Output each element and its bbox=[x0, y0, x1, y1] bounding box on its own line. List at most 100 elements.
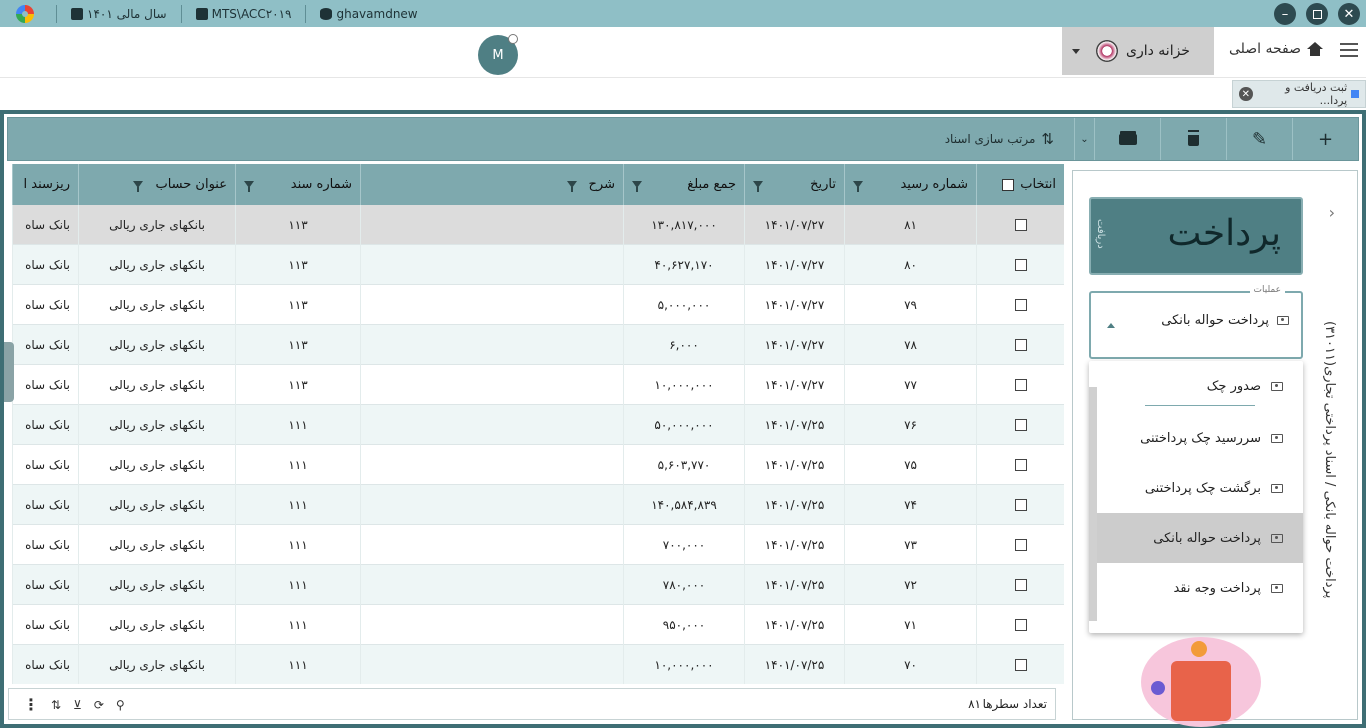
column-sort-icon[interactable]: ⇅ bbox=[51, 698, 61, 712]
refresh-icon[interactable]: ⟳ bbox=[94, 698, 104, 712]
table-row[interactable]: ۷۸ ۱۴۰۱/۰۷/۲۷ ۶,۰۰۰ ۱۱۳ بانکهای جاری ریالی با… bbox=[12, 325, 1064, 365]
row-checkbox-cell[interactable] bbox=[976, 605, 1064, 645]
money-icon bbox=[1271, 433, 1283, 443]
row-checkbox-cell[interactable] bbox=[976, 445, 1064, 485]
clear-filter-icon[interactable]: ⊻ bbox=[73, 698, 82, 712]
print-button[interactable] bbox=[1094, 118, 1160, 160]
filter-icon[interactable] bbox=[853, 181, 863, 192]
more-options-icon[interactable]: ⋮ bbox=[23, 695, 39, 714]
receipt-number-cell-text: ۷۶ bbox=[904, 418, 917, 432]
doc-number-cell: ۱۱۱ bbox=[235, 565, 360, 605]
row-checkbox-cell[interactable] bbox=[976, 245, 1064, 285]
col-date[interactable]: تاریخ bbox=[744, 164, 844, 205]
filter-icon[interactable] bbox=[632, 181, 642, 192]
row-checkbox[interactable] bbox=[1014, 539, 1027, 551]
row-checkbox[interactable] bbox=[1014, 619, 1027, 631]
server-icon bbox=[195, 8, 208, 20]
row-checkbox-cell[interactable] bbox=[976, 205, 1064, 245]
col-account-title[interactable]: عنوان حساب bbox=[78, 164, 235, 205]
row-checkbox-cell[interactable] bbox=[976, 485, 1064, 525]
module-selector[interactable]: خزانه داری bbox=[1062, 27, 1214, 75]
table-row[interactable]: ۷۷ ۱۴۰۱/۰۷/۲۷ ۱۰,۰۰۰,۰۰۰ ۱۱۳ بانکهای جاری ری… bbox=[12, 365, 1064, 405]
row-checkbox[interactable] bbox=[1014, 499, 1027, 511]
maximize-button[interactable] bbox=[1306, 3, 1328, 25]
edit-button[interactable]: ✎ bbox=[1226, 118, 1292, 160]
close-tab-icon[interactable]: ✕ bbox=[1239, 87, 1253, 101]
sub-doc-cell: بانک ساه bbox=[12, 605, 78, 645]
option-bank-transfer[interactable]: پرداخت حواله بانکی bbox=[1097, 513, 1303, 563]
table-row[interactable]: ۷۹ ۱۴۰۱/۰۷/۲۷ ۵,۰۰۰,۰۰۰ ۱۱۳ بانکهای جاری ریا… bbox=[12, 285, 1064, 325]
option-check-due[interactable]: سررسید چک پرداختنی bbox=[1097, 413, 1303, 463]
select-all-checkbox[interactable] bbox=[1002, 178, 1015, 191]
receive-tag[interactable]: دریافت bbox=[1095, 219, 1106, 249]
side-collapse-handle[interactable] bbox=[4, 342, 14, 402]
minimize-button[interactable]: – bbox=[1274, 3, 1296, 25]
col-description[interactable]: شرح bbox=[360, 164, 623, 205]
col-amount[interactable]: جمع مبلغ bbox=[623, 164, 744, 205]
operations-select[interactable]: عملیات پرداخت حواله بانکی bbox=[1089, 285, 1303, 359]
account-title-cell: بانکهای جاری ریالی bbox=[78, 605, 235, 645]
table-row[interactable]: ۷۳ ۱۴۰۱/۰۷/۲۵ ۷۰۰,۰۰۰ ۱۱۱ بانکهای جاری ریالی… bbox=[12, 525, 1064, 565]
delete-button[interactable] bbox=[1160, 118, 1226, 160]
print-options-button[interactable]: ⌄ bbox=[1074, 118, 1094, 160]
account-title-cell: بانکهای جاری ریالی bbox=[78, 325, 235, 365]
chevron-right-icon[interactable]: › bbox=[1329, 203, 1335, 222]
table-row[interactable]: ۷۰ ۱۴۰۱/۰۷/۲۵ ۱۰,۰۰۰,۰۰۰ ۱۱۱ بانکهای جاری ری… bbox=[12, 645, 1064, 684]
home-link[interactable]: صفحه اصلی bbox=[1229, 41, 1323, 57]
menu-icon[interactable] bbox=[1340, 43, 1358, 57]
row-checkbox-cell[interactable] bbox=[976, 525, 1064, 565]
row-checkbox[interactable] bbox=[1014, 219, 1027, 231]
row-checkbox[interactable] bbox=[1014, 419, 1027, 431]
row-checkbox-cell[interactable] bbox=[976, 285, 1064, 325]
col-doc-number[interactable]: شماره سند bbox=[235, 164, 360, 205]
table-row[interactable]: ۸۱ ۱۴۰۱/۰۷/۲۷ ۱۳۰,۸۱۷,۰۰۰ ۱۱۳ بانکهای جاری ر… bbox=[12, 205, 1064, 245]
filter-icon[interactable] bbox=[753, 181, 763, 192]
doc-number-cell: ۱۱۱ bbox=[235, 445, 360, 485]
table-row[interactable]: ۷۶ ۱۴۰۱/۰۷/۲۵ ۵۰,۰۰۰,۰۰۰ ۱۱۱ بانکهای جاری ری… bbox=[12, 405, 1064, 445]
option-check-return[interactable]: برگشت چک پرداختنی bbox=[1097, 463, 1303, 513]
col-sub-doc[interactable]: ریزسند ا bbox=[12, 164, 78, 205]
dropdown-scrollbar[interactable] bbox=[1089, 387, 1097, 621]
row-checkbox[interactable] bbox=[1014, 659, 1027, 671]
row-checkbox-cell[interactable] bbox=[976, 645, 1064, 684]
filter-icon[interactable] bbox=[133, 181, 144, 192]
option-cash-payment[interactable]: پرداخت وجه نقد bbox=[1097, 563, 1303, 613]
receipt-number-cell: ۷۷ bbox=[844, 365, 976, 405]
filter-icon[interactable] bbox=[244, 181, 254, 192]
payment-card[interactable]: پرداخت دریافت bbox=[1089, 197, 1303, 275]
filter-icon[interactable] bbox=[566, 181, 577, 192]
row-checkbox-cell[interactable] bbox=[976, 325, 1064, 365]
table-row[interactable]: ۷۵ ۱۴۰۱/۰۷/۲۵ ۵,۶۰۳,۷۷۰ ۱۱۱ بانکهای جاری ریا… bbox=[12, 445, 1064, 485]
tab-receive-pay[interactable]: ثبت دریافت و پردا... ✕ bbox=[1232, 80, 1366, 108]
table-row[interactable]: ۸۰ ۱۴۰۱/۰۷/۲۷ ۴۰,۶۲۷,۱۷۰ ۱۱۳ بانکهای جاری ری… bbox=[12, 245, 1064, 285]
sort-documents-button[interactable]: ⇅ مرتب سازی اسناد bbox=[945, 130, 1054, 148]
amount-cell-text: ۴۰,۶۲۷,۱۷۰ bbox=[654, 258, 714, 272]
row-checkbox[interactable] bbox=[1014, 299, 1027, 311]
row-checkbox[interactable] bbox=[1014, 379, 1027, 391]
row-checkbox[interactable] bbox=[1014, 459, 1027, 471]
chevron-up-icon[interactable] bbox=[1107, 323, 1115, 328]
fiscal-year[interactable]: سال مالی ۱۴۰۱ bbox=[71, 7, 167, 21]
sub-doc-cell: بانک ساه bbox=[12, 405, 78, 445]
add-button[interactable]: + bbox=[1292, 118, 1358, 160]
receipt-number-cell: ۷۵ bbox=[844, 445, 976, 485]
row-checkbox[interactable] bbox=[1014, 579, 1027, 591]
row-checkbox[interactable] bbox=[1014, 339, 1027, 351]
app-logo-icon bbox=[16, 5, 34, 23]
row-checkbox-cell[interactable] bbox=[976, 365, 1064, 405]
row-checkbox[interactable] bbox=[1014, 259, 1027, 271]
table-row[interactable]: ۷۱ ۱۴۰۱/۰۷/۲۵ ۹۵۰,۰۰۰ ۱۱۱ بانکهای جاری ریالی… bbox=[12, 605, 1064, 645]
col-select[interactable]: انتخاب bbox=[976, 164, 1064, 205]
table-row[interactable]: ۷۲ ۱۴۰۱/۰۷/۲۵ ۷۸۰,۰۰۰ ۱۱۱ بانکهای جاری ریالی… bbox=[12, 565, 1064, 605]
chevron-down-icon bbox=[1072, 48, 1080, 54]
option-label: پرداخت وجه نقد bbox=[1173, 580, 1261, 596]
option-issue-check[interactable]: صدور چک bbox=[1097, 361, 1303, 411]
row-checkbox-cell[interactable] bbox=[976, 565, 1064, 605]
server-info[interactable]: MTS\ACC۲۰۱۹ bbox=[195, 7, 291, 21]
database-info[interactable]: ghavamdnew bbox=[320, 7, 418, 21]
close-window-button[interactable]: ✕ bbox=[1338, 3, 1360, 25]
col-receipt-number[interactable]: شماره رسید bbox=[844, 164, 976, 205]
row-checkbox-cell[interactable] bbox=[976, 405, 1064, 445]
search-icon[interactable]: ⚲ bbox=[116, 698, 125, 712]
table-row[interactable]: ۷۴ ۱۴۰۱/۰۷/۲۵ ۱۴۰,۵۸۴,۸۳۹ ۱۱۱ بانکهای جاری ر… bbox=[12, 485, 1064, 525]
